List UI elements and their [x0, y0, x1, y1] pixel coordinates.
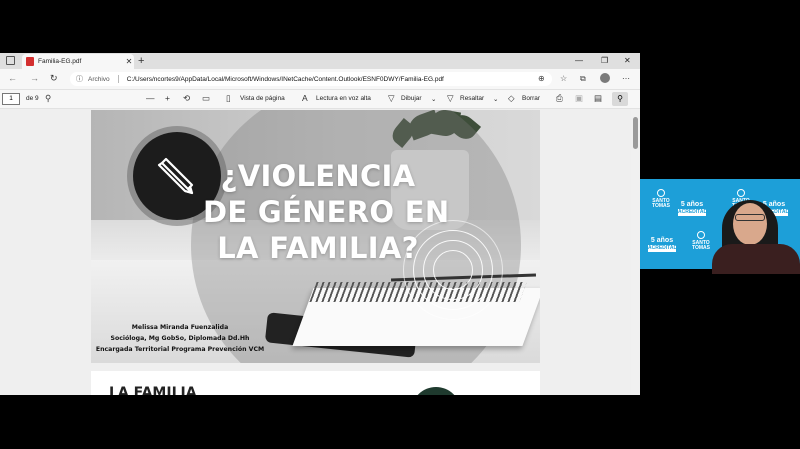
save-icon[interactable]: ▣	[575, 93, 583, 104]
eraser-icon[interactable]: ◇	[508, 93, 515, 104]
address-label: Archivo	[88, 75, 110, 83]
address-separator	[117, 75, 119, 83]
tab-title: Familia-EG.pdf	[38, 58, 82, 65]
close-window-button[interactable]: ✕	[624, 54, 631, 68]
pin-toolbar-icon[interactable]: ⚲	[612, 92, 628, 106]
pdf-viewer[interactable]: ¿VIOLENCIA DE GÉNERO EN LA FAMILIA? Meli…	[0, 109, 640, 395]
draw-button[interactable]: Dibujar	[401, 95, 422, 102]
minimize-button[interactable]: —	[575, 54, 583, 68]
address-bar-row: ← → ↻ ⓘ Archivo C:/Users/ncortes9/AppDat…	[0, 69, 640, 89]
rotate-icon[interactable]: ⟲	[183, 93, 190, 104]
highlight-button[interactable]: Resaltar	[460, 95, 484, 102]
participant-face	[733, 203, 767, 245]
badge-sub: ACREDITADA	[648, 245, 681, 252]
tab-close-icon[interactable]: ✕	[124, 57, 134, 66]
pdf-toolbar: 1 de 9 ⚲ — + ⟲ ▭ ▯ Vista de página A Lec…	[0, 89, 640, 109]
page2-circle	[411, 387, 461, 395]
santo-tomas-logo: SANTO TOMAS	[648, 189, 674, 209]
tab-actions-icon[interactable]	[6, 56, 15, 65]
participant-body	[712, 244, 800, 274]
decor-ring	[433, 250, 473, 290]
erase-button[interactable]: Borrar	[522, 95, 540, 102]
badge-sub: ACREDITADA	[678, 209, 711, 216]
scrollbar[interactable]	[631, 109, 640, 395]
draw-icon[interactable]: ▽	[388, 93, 395, 104]
zoom-out-button[interactable]: —	[146, 93, 155, 103]
slide-title-line: DE GÉNERO EN	[203, 195, 450, 229]
favorites-icon[interactable]: ☆	[560, 74, 567, 83]
author-name: Melissa Miranda Fuenzalida	[131, 324, 229, 331]
maximize-button[interactable]: ❐	[601, 54, 608, 68]
save-as-icon[interactable]: ▤	[594, 93, 602, 104]
page-view-button[interactable]: Vista de página	[240, 95, 285, 102]
page-number-input[interactable]: 1	[2, 93, 20, 105]
fit-page-icon[interactable]: ▭	[202, 93, 210, 104]
slide-page-2: LA FAMILIA	[91, 371, 540, 395]
address-url[interactable]: C:/Users/ncortes9/AppData/Local/Microsof…	[127, 76, 444, 83]
page-total: de 9	[26, 95, 39, 102]
read-mode-icon[interactable]: ⊕	[538, 74, 545, 83]
new-tab-button[interactable]: +	[138, 54, 144, 68]
tab-bar: Familia-EG.pdf ✕ + — ❐ ✕	[0, 53, 640, 69]
seal-icon	[657, 189, 665, 197]
draw-dropdown-icon[interactable]: ⌄	[431, 95, 436, 103]
author-credentials: Socióloga, Mg GobSo, Diplomada Dd.Hh	[110, 335, 250, 342]
tab-familia-pdf[interactable]: Familia-EG.pdf ✕	[22, 54, 134, 69]
zoom-in-button[interactable]: +	[165, 93, 170, 103]
slide-title: ¿VIOLENCIA DE GÉNERO EN LA FAMILIA?	[203, 158, 450, 266]
highlight-dropdown-icon[interactable]: ⌄	[493, 95, 498, 103]
read-aloud-button[interactable]: Lectura en voz alta	[316, 95, 371, 102]
page2-title: LA FAMILIA	[109, 385, 197, 395]
santo-tomas-logo: SANTO TOMAS	[688, 231, 714, 251]
seal-icon	[697, 231, 705, 239]
accreditation-badge: 5 años ACREDITADA	[678, 201, 711, 216]
more-options-icon[interactable]: ⋯	[622, 74, 630, 83]
profile-avatar[interactable]	[600, 73, 610, 83]
pdf-file-icon	[26, 57, 34, 66]
refresh-icon[interactable]: ↻	[50, 73, 58, 84]
read-aloud-icon[interactable]: A	[302, 93, 308, 103]
page-view-icon[interactable]: ▯	[226, 93, 231, 104]
logo-name: SANTO TOMAS	[692, 240, 710, 251]
back-icon[interactable]: ←	[8, 73, 17, 83]
participant-glasses	[735, 214, 765, 221]
scrollbar-thumb[interactable]	[633, 117, 638, 149]
browser-window: Familia-EG.pdf ✕ + — ❐ ✕ ← → ↻ ⓘ Archivo…	[0, 53, 640, 395]
slide-title-line: LA FAMILIA?	[217, 231, 419, 265]
print-icon[interactable]: ⎙	[556, 93, 563, 104]
collections-icon[interactable]: ⧉	[580, 74, 586, 84]
accreditation-badge: 5 años ACREDITADA	[648, 237, 681, 252]
slide-author: Melissa Miranda Fuenzalida Socióloga, Mg…	[95, 322, 265, 355]
highlight-icon[interactable]: ▽	[447, 93, 454, 104]
slide-page-1: ¿VIOLENCIA DE GÉNERO EN LA FAMILIA? Meli…	[91, 110, 540, 363]
address-bar[interactable]: ⓘ Archivo C:/Users/ncortes9/AppData/Loca…	[70, 72, 552, 86]
forward-icon[interactable]: →	[30, 73, 39, 83]
screen: Familia-EG.pdf ✕ + — ❐ ✕ ← → ↻ ⓘ Archivo…	[0, 0, 800, 449]
badge-years: 5 años	[650, 237, 674, 244]
slide-title-line: ¿VIOLENCIA	[220, 159, 416, 193]
seal-icon	[737, 189, 745, 197]
search-icon[interactable]: ⚲	[45, 93, 51, 104]
badge-years: 5 años	[680, 201, 704, 208]
logo-name: SANTO TOMAS	[652, 198, 670, 209]
file-icon: ⓘ	[76, 76, 83, 83]
author-role: Encargada Territorial Programa Prevenció…	[95, 346, 265, 353]
